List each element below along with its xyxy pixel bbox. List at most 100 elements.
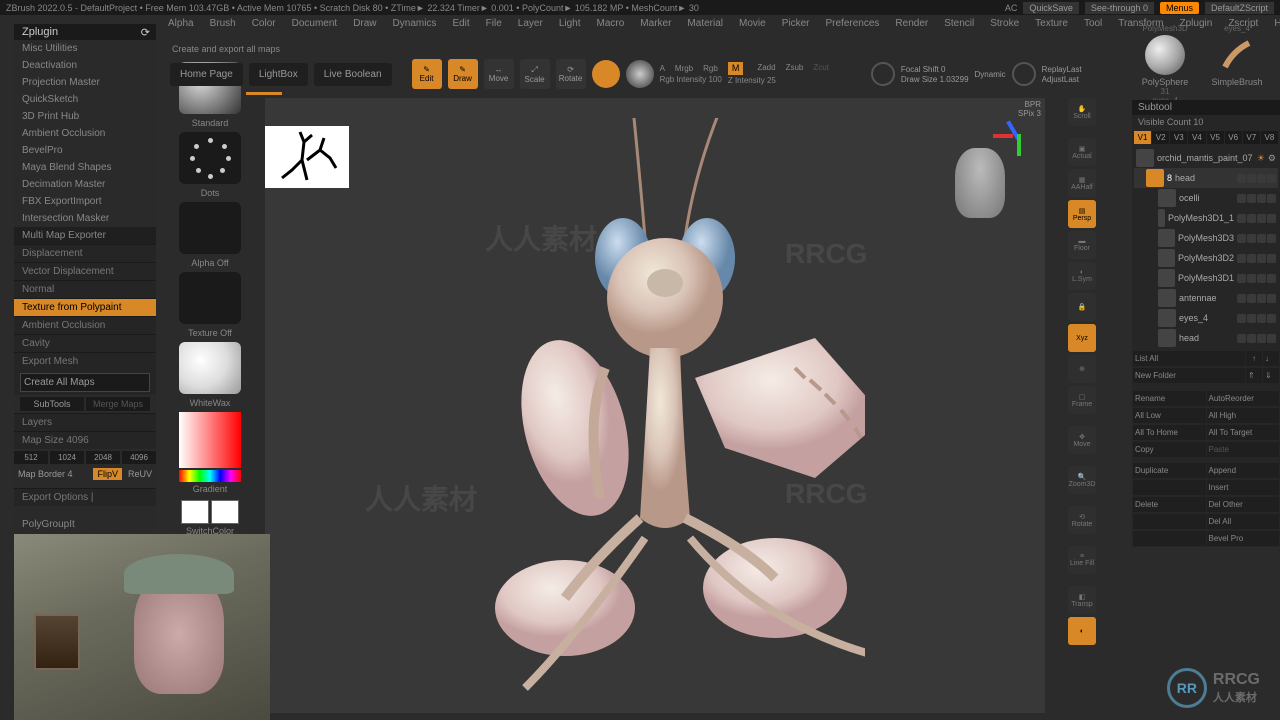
delall-btn[interactable]: Del All (1207, 514, 1280, 529)
view-tab-3[interactable]: V3 (1170, 131, 1187, 144)
spix-slider[interactable]: SPix 3 (1018, 109, 1041, 118)
new-folder-btn[interactable]: New Folder (1133, 368, 1245, 383)
rotate-view-icon[interactable]: ⟲Rotate (1068, 506, 1096, 534)
reference-thumbnail[interactable] (265, 126, 349, 188)
bevelpro-btn[interactable]: Bevel Pro (1207, 531, 1280, 546)
menu-draw[interactable]: Draw (345, 16, 384, 31)
menu-document[interactable]: Document (284, 16, 346, 31)
paste-btn[interactable]: Paste (1207, 442, 1280, 457)
menu-marker[interactable]: Marker (632, 16, 679, 31)
mapsize-label[interactable]: Map Size 4096 (14, 431, 156, 449)
alpha-slot-icon[interactable] (179, 202, 241, 254)
plugin-3dprint[interactable]: 3D Print Hub (14, 108, 156, 125)
draw-mode-icon[interactable]: ✎Draw (448, 59, 478, 89)
subtool-title[interactable]: Subtool (1132, 100, 1280, 115)
delother-btn[interactable]: Del Other (1207, 497, 1280, 512)
plugin-decimation[interactable]: Decimation Master (14, 176, 156, 193)
swatch-main[interactable] (181, 500, 209, 524)
hue-strip[interactable] (179, 470, 241, 482)
copy-btn[interactable]: Copy (1133, 442, 1206, 457)
linefill-icon[interactable]: ≡Line Fill (1068, 546, 1096, 574)
move-down-icon[interactable]: ⇓ (1263, 368, 1279, 383)
size-1024[interactable]: 1024 (50, 451, 84, 464)
axis-gizmo-icon[interactable] (993, 120, 1033, 160)
persp-icon[interactable]: ▤Persp (1068, 200, 1096, 228)
move-view-icon[interactable]: ✥Move (1068, 426, 1096, 454)
tab-liveboolean[interactable]: Live Boolean (314, 63, 392, 86)
z-intensity-slider[interactable]: Z Intensity 25 (728, 75, 829, 86)
close-icon[interactable]: ⟳ (141, 26, 150, 39)
stroke-dots-icon[interactable] (179, 132, 241, 184)
rotate-mode-icon[interactable]: ⟳Rotate (556, 59, 586, 89)
view-tab-8[interactable]: V8 (1261, 131, 1278, 144)
list-all-btn[interactable]: List All (1133, 351, 1245, 366)
simplebrush-icon[interactable] (1217, 35, 1257, 75)
gradient-label[interactable]: Gradient (175, 482, 245, 496)
plugin-maya[interactable]: Maya Blend Shapes (14, 159, 156, 176)
plugin-intersection[interactable]: Intersection Masker (14, 210, 156, 227)
opt-cavity[interactable]: Cavity (14, 334, 156, 352)
opt-ambient[interactable]: Ambient Occlusion (14, 316, 156, 334)
texture-slot-icon[interactable] (179, 272, 241, 324)
alltotarget-btn[interactable]: All To Target (1207, 425, 1280, 440)
rgb-intensity-slider[interactable]: Rgb Intensity 100 (660, 74, 722, 85)
opt-displacement[interactable]: Displacement (14, 244, 156, 262)
menu-dynamics[interactable]: Dynamics (385, 16, 445, 31)
menu-brush[interactable]: Brush (202, 16, 244, 31)
flipv-btn[interactable]: FlipV (93, 468, 122, 480)
merge-btn[interactable]: Merge Maps (86, 397, 150, 411)
swatch-alt[interactable] (211, 500, 239, 524)
view-tab-4[interactable]: V4 (1188, 131, 1205, 144)
ghost-icon[interactable]: ◐ (1068, 617, 1096, 645)
tab-lightbox[interactable]: LightBox (249, 63, 308, 86)
target-icon[interactable]: ⊕ (1068, 355, 1096, 383)
plugin-deactivation[interactable]: Deactivation (14, 57, 156, 74)
plugin-misc[interactable]: Misc Utilities (14, 40, 156, 57)
view-tab-7[interactable]: V7 (1243, 131, 1260, 144)
layers-btn[interactable]: Layers (14, 413, 156, 431)
focal-shift-slider[interactable]: Focal Shift 0 (901, 65, 969, 74)
camera-head-icon[interactable] (955, 148, 1005, 218)
menu-tool[interactable]: Tool (1076, 16, 1110, 31)
menu-alpha[interactable]: Alpha (160, 16, 202, 31)
scroll-icon[interactable]: ✋Scroll (1068, 98, 1096, 126)
size-2048[interactable]: 2048 (86, 451, 120, 464)
size-4096[interactable]: 4096 (122, 451, 156, 464)
rename-btn[interactable]: Rename (1133, 391, 1206, 406)
export-options[interactable]: Export Options | (14, 488, 156, 506)
scale-mode-icon[interactable]: ⤢Scale (520, 59, 550, 89)
edit-mode-icon[interactable]: ✎Edit (412, 59, 442, 89)
menu-color[interactable]: Color (244, 16, 284, 31)
plugin-quicksketch[interactable]: QuickSketch (14, 91, 156, 108)
opt-texture[interactable]: Texture from Polypaint (14, 298, 156, 316)
insert-btn[interactable]: Insert (1207, 480, 1280, 495)
default-zscript-button[interactable]: DefaultZScript (1205, 2, 1274, 14)
plugin-projection[interactable]: Projection Master (14, 74, 156, 91)
down-icon[interactable]: ↓ (1263, 351, 1279, 366)
focal-knob-icon[interactable] (871, 62, 895, 86)
menu-material[interactable]: Material (679, 16, 731, 31)
tab-homepage[interactable]: Home Page (170, 63, 243, 86)
menu-stencil[interactable]: Stencil (936, 16, 982, 31)
allhigh-btn[interactable]: All High (1207, 408, 1280, 423)
menu-movie[interactable]: Movie (731, 16, 774, 31)
see-through-slider[interactable]: See-through 0 (1085, 2, 1154, 14)
opt-vector[interactable]: Vector Displacement (14, 262, 156, 280)
up-icon[interactable]: ↑ (1246, 351, 1262, 366)
plugin-bevelpro[interactable]: BevelPro (14, 142, 156, 159)
menu-layer[interactable]: Layer (510, 16, 551, 31)
polysphere-icon[interactable] (1145, 35, 1185, 75)
color-picker[interactable] (179, 412, 241, 468)
move-up-icon[interactable]: ⇑ (1246, 368, 1262, 383)
material-icon[interactable] (179, 342, 241, 394)
menu-stroke[interactable]: Stroke (982, 16, 1027, 31)
menu-preferences[interactable]: Preferences (817, 16, 887, 31)
bpr-button[interactable]: BPR (1018, 100, 1041, 109)
delete-btn[interactable]: Delete (1133, 497, 1206, 512)
menu-light[interactable]: Light (551, 16, 589, 31)
xyz-icon[interactable]: Xyz (1068, 324, 1096, 352)
floor-icon[interactable]: ▬Floor (1068, 231, 1096, 259)
draw-size-slider[interactable]: Draw Size 1.03299 (901, 75, 969, 84)
view-tab-5[interactable]: V5 (1207, 131, 1224, 144)
duplicate-btn[interactable]: Duplicate (1133, 463, 1206, 478)
